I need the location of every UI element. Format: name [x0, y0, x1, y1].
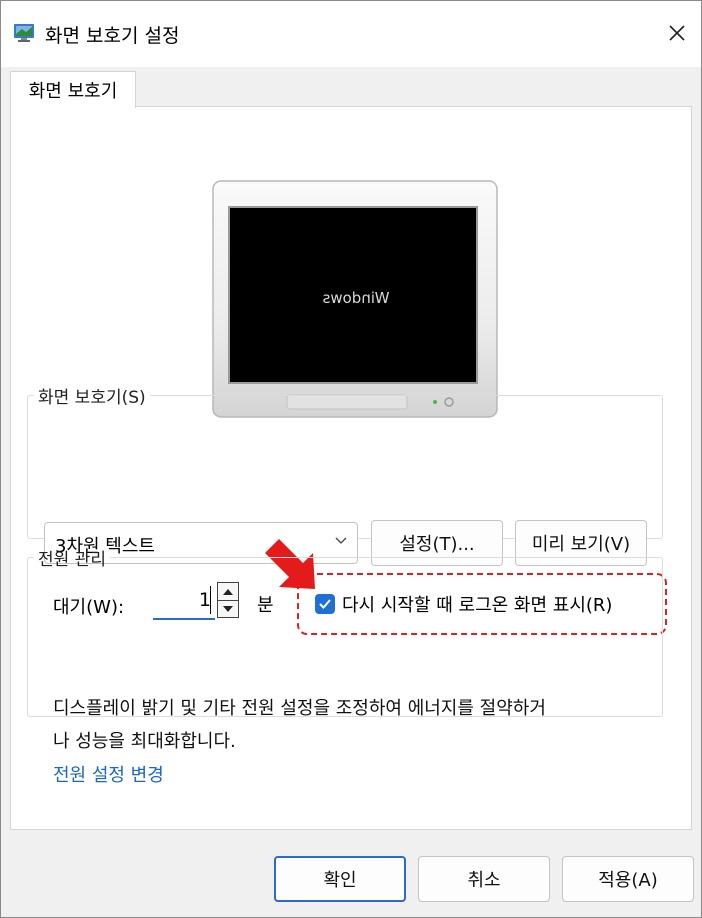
title-bar: 화면 보호기 설정 [1, 1, 701, 67]
power-description: 디스플레이 밝기 및 기타 전원 설정을 조정하여 에너지를 절약하거 나 성능… [53, 692, 653, 758]
tab-screensaver[interactable]: 화면 보호기 [10, 71, 136, 108]
apply-button[interactable]: 적용(A) [562, 856, 694, 902]
ok-button[interactable]: 확인 [274, 856, 406, 902]
preview-screen-text: Windows [322, 289, 390, 307]
power-group-label: 전원 관리 [38, 550, 106, 570]
window-title: 화면 보호기 설정 [45, 25, 180, 47]
screensaver-group: 화면 보호기(S) [27, 383, 663, 539]
tab-label: 화면 보호기 [28, 81, 118, 102]
monitor-app-icon [14, 24, 34, 42]
chevron-down-icon [335, 537, 347, 544]
screensaver-group-label: 화면 보호기(S) [38, 388, 146, 408]
close-icon [669, 25, 685, 41]
cancel-button[interactable]: 취소 [418, 856, 550, 902]
change-power-settings-link[interactable]: 전원 설정 변경 [53, 761, 164, 787]
screensaver-settings-window: 화면 보호기 설정 화면 보호기 Windows 화면 보호기(S) 3차원 텍… [0, 0, 702, 918]
power-description-line1: 디스플레이 밝기 및 기타 전원 설정을 조정하여 에너지를 절약하거 [53, 698, 546, 719]
close-button[interactable] [657, 13, 697, 53]
power-description-line2: 나 성능을 최대화합니다. [53, 731, 236, 752]
